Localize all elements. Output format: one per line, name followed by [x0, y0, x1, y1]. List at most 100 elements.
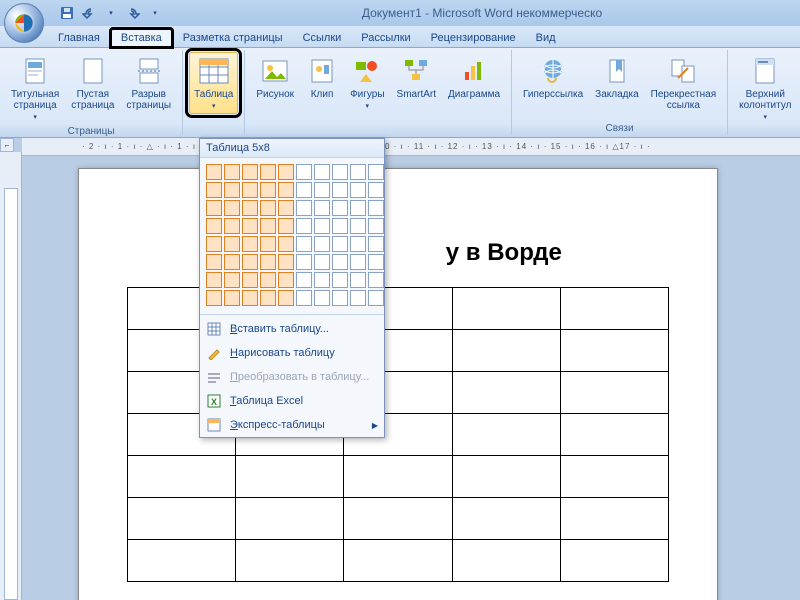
grid-cell[interactable] [278, 182, 294, 198]
grid-cell[interactable] [368, 290, 384, 306]
table-size-grid[interactable] [200, 158, 384, 312]
menu-excel-table[interactable]: XТаблица Excel [200, 389, 384, 413]
table-cell[interactable] [128, 498, 236, 540]
grid-cell[interactable] [278, 218, 294, 234]
tab-рассылки[interactable]: Рассылки [351, 29, 420, 47]
document-page[interactable]: Ка у в Ворде [78, 168, 718, 600]
grid-cell[interactable] [296, 182, 312, 198]
grid-cell[interactable] [278, 254, 294, 270]
grid-cell[interactable] [260, 182, 276, 198]
grid-cell[interactable] [206, 164, 222, 180]
page-break-button[interactable]: Разрывстраницы [121, 52, 176, 114]
grid-cell[interactable] [332, 290, 348, 306]
grid-cell[interactable] [368, 164, 384, 180]
table-cell[interactable] [452, 288, 560, 330]
chart-button[interactable]: Диаграмма [443, 52, 505, 103]
hyperlink-button[interactable]: Гиперссылка [518, 52, 588, 103]
grid-cell[interactable] [224, 272, 240, 288]
grid-cell[interactable] [314, 164, 330, 180]
grid-cell[interactable] [224, 218, 240, 234]
redo-icon[interactable] [124, 4, 142, 22]
grid-cell[interactable] [314, 272, 330, 288]
grid-cell[interactable] [278, 200, 294, 216]
table-cell[interactable] [560, 498, 668, 540]
table-cell[interactable] [560, 414, 668, 456]
grid-cell[interactable] [278, 164, 294, 180]
menu-quick-tables[interactable]: Экспресс-таблицы▶ [200, 413, 384, 437]
grid-cell[interactable] [278, 236, 294, 252]
grid-cell[interactable] [332, 164, 348, 180]
grid-cell[interactable] [314, 200, 330, 216]
grid-cell[interactable] [332, 254, 348, 270]
qat-customize-icon[interactable]: ▾ [146, 4, 164, 22]
blank-page-button[interactable]: Пустаястраница [66, 52, 119, 114]
table-cell[interactable] [344, 540, 452, 582]
grid-cell[interactable] [368, 236, 384, 252]
grid-cell[interactable] [314, 236, 330, 252]
grid-cell[interactable] [242, 272, 258, 288]
table-cell[interactable] [236, 498, 344, 540]
menu-insert-table[interactable]: Вставить таблицу... [200, 317, 384, 341]
header-button[interactable]: Верхнийколонтитул▾ [734, 52, 796, 125]
grid-cell[interactable] [368, 182, 384, 198]
table-cell[interactable] [560, 288, 668, 330]
tab-рецензирование[interactable]: Рецензирование [421, 29, 526, 47]
grid-cell[interactable] [242, 164, 258, 180]
grid-cell[interactable] [206, 290, 222, 306]
grid-cell[interactable] [224, 254, 240, 270]
grid-cell[interactable] [332, 200, 348, 216]
grid-cell[interactable] [314, 182, 330, 198]
grid-cell[interactable] [296, 218, 312, 234]
tab-ссылки[interactable]: Ссылки [293, 29, 352, 47]
grid-cell[interactable] [296, 254, 312, 270]
grid-cell[interactable] [260, 200, 276, 216]
bookmark-button[interactable]: Закладка [590, 52, 643, 103]
grid-cell[interactable] [332, 236, 348, 252]
grid-cell[interactable] [224, 182, 240, 198]
table-cell[interactable] [236, 540, 344, 582]
grid-cell[interactable] [296, 236, 312, 252]
grid-cell[interactable] [260, 164, 276, 180]
table-cell[interactable] [452, 498, 560, 540]
grid-cell[interactable] [206, 254, 222, 270]
tab-главная[interactable]: Главная [48, 29, 110, 47]
grid-cell[interactable] [350, 272, 366, 288]
grid-cell[interactable] [368, 254, 384, 270]
grid-cell[interactable] [278, 272, 294, 288]
grid-cell[interactable] [206, 236, 222, 252]
grid-cell[interactable] [260, 290, 276, 306]
grid-cell[interactable] [368, 200, 384, 216]
grid-cell[interactable] [368, 218, 384, 234]
grid-cell[interactable] [206, 182, 222, 198]
grid-cell[interactable] [260, 254, 276, 270]
grid-cell[interactable] [260, 218, 276, 234]
vertical-ruler[interactable] [0, 152, 22, 600]
grid-cell[interactable] [224, 200, 240, 216]
grid-cell[interactable] [368, 272, 384, 288]
grid-cell[interactable] [350, 164, 366, 180]
undo-dropdown-icon[interactable]: ▾ [102, 4, 120, 22]
grid-cell[interactable] [296, 200, 312, 216]
table-cell[interactable] [452, 330, 560, 372]
grid-cell[interactable] [242, 218, 258, 234]
grid-cell[interactable] [242, 236, 258, 252]
grid-cell[interactable] [296, 272, 312, 288]
grid-cell[interactable] [296, 164, 312, 180]
grid-cell[interactable] [314, 290, 330, 306]
grid-cell[interactable] [314, 254, 330, 270]
table-cell[interactable] [560, 372, 668, 414]
grid-cell[interactable] [260, 236, 276, 252]
table-cell[interactable] [344, 498, 452, 540]
grid-cell[interactable] [242, 200, 258, 216]
shapes-button[interactable]: Фигуры▾ [345, 52, 389, 114]
grid-cell[interactable] [278, 290, 294, 306]
grid-cell[interactable] [206, 272, 222, 288]
grid-cell[interactable] [242, 254, 258, 270]
horizontal-ruler[interactable]: · 2 · ı · 1 · ı · △ · ı · 1 · ı · 2 · ı … [22, 138, 800, 156]
tab-вставка[interactable]: Вставка [110, 28, 173, 48]
grid-cell[interactable] [206, 200, 222, 216]
grid-cell[interactable] [350, 218, 366, 234]
table-cell[interactable] [452, 540, 560, 582]
grid-cell[interactable] [242, 182, 258, 198]
grid-cell[interactable] [332, 272, 348, 288]
